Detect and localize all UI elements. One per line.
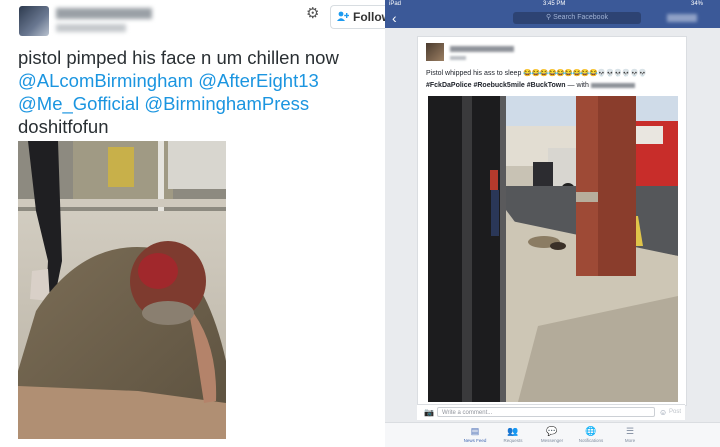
- comment-bar: 📷 Write a comment... ☺ Post: [417, 404, 685, 420]
- tab-notifications[interactable]: 🌐 Notifications: [569, 426, 613, 444]
- battery-level: 34%: [691, 1, 704, 7]
- messenger-icon: 💬: [546, 426, 558, 436]
- emoji-icon[interactable]: ☺: [659, 408, 667, 417]
- post-text: Pistol whipped his ass to sleep 😂😂😂😂😂😂😂😂…: [426, 68, 682, 92]
- clock: 3:45 PM: [543, 1, 566, 7]
- redacted-timestamp: [450, 56, 466, 60]
- tab-requests[interactable]: 👥 Requests: [491, 426, 535, 444]
- mention-link[interactable]: @AfterEight13: [198, 70, 319, 91]
- search-input[interactable]: ⚲ Search Facebook: [513, 12, 641, 24]
- top-nav: ‹ ⚲ Search Facebook: [385, 9, 720, 28]
- tab-label: More: [624, 438, 636, 443]
- post-card: Pistol whipped his ass to sleep 😂😂😂😂😂😂😂😂…: [417, 36, 687, 406]
- tab-label: Notifications: [578, 438, 604, 443]
- with-label: — with: [567, 82, 589, 89]
- tab-label: Requests: [503, 438, 523, 443]
- mention-link[interactable]: @BirminghamPress: [144, 93, 309, 114]
- redacted-username: [56, 24, 126, 32]
- mention-link[interactable]: @Me_Gofficial: [18, 93, 139, 114]
- post-caption: Pistol whipped his ass to sleep: [426, 70, 522, 77]
- twitter-screenshot: ⚙ Follow pistol pimped his face n um chi…: [0, 0, 397, 446]
- avatar[interactable]: [426, 43, 444, 61]
- menu-icon: ☰: [625, 426, 635, 436]
- hashtags[interactable]: #FckDaPolice #Roebuck5mile #BuckTown: [426, 82, 566, 89]
- tab-messenger[interactable]: 💬 Messenger: [530, 426, 574, 444]
- skull-emoji-run: 💀💀💀💀💀💀: [597, 70, 647, 77]
- globe-icon: 🌐: [585, 426, 597, 436]
- facebook-screenshot: iPad 3:45 PM 34% ‹ ⚲ Search Facebook Pis…: [385, 0, 720, 447]
- tweet-photo[interactable]: [18, 141, 226, 439]
- status-bar: iPad 3:45 PM 34%: [385, 0, 720, 9]
- back-icon[interactable]: ‹: [392, 10, 397, 26]
- add-person-icon: [337, 10, 350, 24]
- post-button[interactable]: Post: [669, 409, 681, 415]
- tweet-text-part: pistol pimped his face n um chillen now: [18, 47, 339, 68]
- redacted-tagged-friend: [590, 82, 635, 88]
- tab-label: Messenger: [540, 438, 564, 443]
- tweet-text-part: doshitfofun: [18, 116, 109, 137]
- tweet-text: pistol pimped his face n um chillen now …: [18, 46, 378, 138]
- gear-icon[interactable]: ⚙: [306, 5, 319, 23]
- bottom-tab-bar: ▤ News Feed 👥 Requests 💬 Messenger 🌐 Not…: [385, 422, 720, 447]
- redacted-author-name: [450, 46, 514, 52]
- camera-icon[interactable]: 📷: [424, 408, 434, 417]
- post-photo[interactable]: [428, 96, 678, 402]
- laughing-emoji-run: 😂😂😂😂😂😂😂😂😂: [523, 70, 598, 77]
- comment-input[interactable]: Write a comment...: [437, 407, 655, 417]
- device-label: iPad: [389, 1, 402, 7]
- friends-icon: 👥: [507, 426, 519, 436]
- redacted-nav-item: [667, 14, 697, 22]
- avatar[interactable]: [19, 6, 49, 36]
- mention-link[interactable]: @ALcomBirmingham: [18, 70, 193, 91]
- tab-more[interactable]: ☰ More: [608, 426, 652, 444]
- search-placeholder: Search Facebook: [553, 14, 608, 21]
- redacted-display-name: [56, 8, 152, 19]
